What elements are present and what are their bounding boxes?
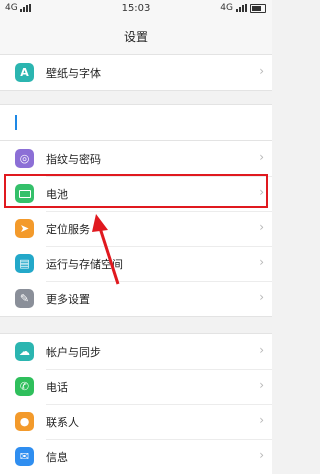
settings-screen: 4G 15:03 4G 设置 A 壁纸与字体 › ◎ 指纹与密码 › 电池 › …: [0, 0, 272, 474]
settings-item-messages[interactable]: ✉ 信息 ›: [0, 439, 272, 474]
messages-icon: ✉: [15, 447, 34, 466]
text-cursor-icon: [15, 115, 17, 130]
settings-group-search: [0, 104, 272, 141]
chevron-right-icon: ›: [259, 220, 264, 234]
chevron-right-icon: ›: [259, 150, 264, 164]
fingerprint-icon: ◎: [15, 149, 34, 168]
chevron-right-icon: ›: [259, 343, 264, 357]
chevron-right-icon: ›: [259, 413, 264, 427]
settings-item-label: 联系人: [46, 416, 79, 429]
settings-item-label: 更多设置: [46, 293, 90, 306]
settings-group-display: A 壁纸与字体 ›: [0, 54, 272, 91]
chevron-right-icon: ›: [259, 255, 264, 269]
settings-group-apps: ☁ 帐户与同步 › ✆ 电话 › ● 联系人 › ✉ 信息 ›: [0, 333, 272, 474]
pointer-arrow-icon: [92, 214, 120, 285]
settings-item-account-sync[interactable]: ☁ 帐户与同步 ›: [0, 334, 272, 369]
wallpaper-font-icon: A: [15, 63, 34, 82]
settings-search-field[interactable]: [0, 105, 272, 140]
more-settings-icon: ✎: [15, 289, 34, 308]
settings-item-label: 电话: [46, 381, 68, 394]
signal-icon-right: [236, 4, 247, 12]
chevron-right-icon: ›: [259, 378, 264, 392]
settings-item-label: 帐户与同步: [46, 346, 101, 359]
battery-highlight-box: [4, 174, 268, 208]
settings-item-label: 定位服务: [46, 223, 90, 236]
settings-item-label: 指纹与密码: [46, 153, 101, 166]
chevron-right-icon: ›: [259, 64, 264, 78]
phone-icon: ✆: [15, 377, 34, 396]
settings-item-label: 信息: [46, 451, 68, 464]
status-bar: 4G 15:03 4G: [0, 0, 272, 18]
page-title: 设置: [123, 30, 148, 44]
storage-icon: ▤: [15, 254, 34, 273]
settings-item-storage[interactable]: ▤ 运行与存储空间 ›: [0, 246, 272, 281]
account-sync-icon: ☁: [15, 342, 34, 361]
chevron-right-icon: ›: [259, 290, 264, 304]
settings-item-wallpaper-font[interactable]: A 壁纸与字体 ›: [0, 55, 272, 90]
chevron-right-icon: ›: [259, 448, 264, 462]
settings-item-phone[interactable]: ✆ 电话 ›: [0, 369, 272, 404]
network-type-right: 4G: [220, 3, 233, 13]
settings-group-system: ◎ 指纹与密码 › 电池 › ➤ 定位服务 › ▤ 运行与存储空间 › ✎ 更多…: [0, 140, 272, 317]
settings-item-contacts[interactable]: ● 联系人 ›: [0, 404, 272, 439]
settings-item-fingerprint-password[interactable]: ◎ 指纹与密码 ›: [0, 141, 272, 176]
location-icon: ➤: [15, 219, 34, 238]
title-bar: 设置: [0, 18, 272, 56]
battery-status-icon: [250, 3, 266, 13]
contacts-icon: ●: [15, 412, 34, 431]
settings-item-more-settings[interactable]: ✎ 更多设置 ›: [0, 281, 272, 316]
status-right: 4G: [220, 3, 266, 13]
settings-item-label: 壁纸与字体: [46, 67, 101, 80]
settings-item-location[interactable]: ➤ 定位服务 ›: [0, 211, 272, 246]
